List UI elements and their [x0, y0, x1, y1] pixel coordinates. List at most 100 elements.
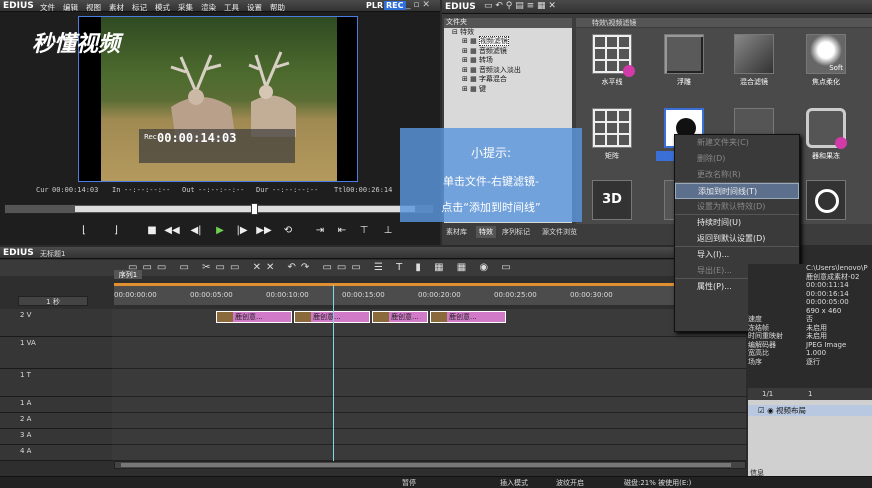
effects-path-bar: 特效\视频滤镜 [576, 18, 872, 27]
trim-icon[interactable]: ⊤ [356, 225, 372, 236]
tree-keyers[interactable]: ⊞ ▦ 键 [444, 85, 572, 95]
timeline-clip[interactable]: 鹿创意... [216, 311, 292, 323]
loop-button[interactable]: ⟲ [280, 225, 296, 236]
insert-to-timeline-icon[interactable]: ⇥ [312, 225, 328, 236]
timeline-clip[interactable]: 鹿创意... [294, 311, 370, 323]
playhead[interactable] [333, 285, 334, 461]
prop-row: 速度否 [748, 315, 813, 323]
menu-mode[interactable]: 模式 [155, 3, 170, 12]
track-row-4a[interactable] [112, 445, 746, 461]
player-window-controls[interactable]: _ ▫ ✕ [406, 0, 430, 10]
tip-line1: 单击文件-右键滤镜- [443, 175, 539, 188]
tree-title-mixers[interactable]: ⊞ ▦ 字幕混合 [444, 75, 572, 85]
track-header-2v[interactable]: 2 V [0, 309, 112, 337]
tree-video-filters[interactable]: ⊞ ▦ 视频滤镜 [444, 36, 572, 47]
bin-titlebar: EDIUS ▭ ↶ ⚲ ▤ ≡ ▦ ✕ [442, 0, 872, 14]
cm-add-to-timeline[interactable]: 添加到时间线(T) [675, 183, 799, 199]
overwrite-to-timeline-icon[interactable]: ⇤ [334, 225, 350, 236]
mark-out-icon[interactable]: ⌋ [108, 225, 124, 236]
status-bar: 暂停 插入模式 波纹开启 磁盘:21% 被使用(E:) [0, 476, 872, 488]
bin-toolbar-icons[interactable]: ▭ ↶ ⚲ ▤ ≡ ▦ ✕ [484, 1, 556, 11]
track-header-4a[interactable]: 4 A [0, 445, 112, 461]
stop-button[interactable]: ■ [144, 225, 160, 236]
timeline-ruler[interactable]: 00:00:00:00 00:00:05:00 00:00:10:00 00:0… [114, 283, 746, 305]
toolbar-icons-left[interactable]: ▭▭▭ ▭ ✂▭▭ ✕✕ ↶↷ ▭▭▭ ☰ T ▮ ▦ ▦ ◉ ▭ [128, 262, 516, 273]
menu-render[interactable]: 渲染 [201, 3, 216, 12]
prop-value: C:\Users\lenovo\P [806, 264, 868, 272]
menu-edit[interactable]: 编辑 [63, 3, 78, 12]
dur-value: --:--:--:-- [272, 186, 319, 194]
track-row-2a[interactable] [112, 413, 746, 429]
cur-value: 00:00:14:03 [52, 186, 99, 194]
menu-capture[interactable]: 采集 [178, 3, 193, 12]
track-header-1a[interactable]: 1 A [0, 397, 112, 413]
track-header-2a[interactable]: 2 A [0, 413, 112, 429]
cur-label: Cur [36, 186, 49, 194]
tab-bin[interactable]: 素材库 [446, 227, 467, 237]
track-header-3a[interactable]: 3 A [0, 429, 112, 445]
effect-blend-filter[interactable]: 混合滤镜 [726, 34, 782, 87]
prop-row: 宽高比 1.000 [748, 349, 827, 357]
play-button[interactable]: ▶ [212, 225, 228, 236]
timeline-hscroll[interactable] [114, 461, 746, 469]
plr-badge[interactable]: PLR [366, 1, 383, 10]
tree-audio-fades[interactable]: ⊞ ▦ 音频淡入淡出 [444, 66, 572, 76]
tree-audio-filters[interactable]: ⊞ ▦ 音频滤镜 [444, 47, 572, 57]
track-row-1a[interactable] [112, 397, 746, 413]
effect-film-reel[interactable] [798, 180, 854, 220]
track-row-1va[interactable] [112, 337, 746, 369]
scrubber-handle[interactable] [251, 203, 258, 215]
rewind-button[interactable]: ◀◀ [164, 225, 180, 236]
tab-effects[interactable]: 特效 [476, 226, 496, 238]
tab-sequence-markers[interactable]: 序列标记 [502, 227, 530, 237]
step-forward-button[interactable]: |▶ [234, 225, 250, 236]
layer-count: 1 [808, 390, 813, 398]
step-back-button[interactable]: ◀| [188, 225, 204, 236]
sequence-tab[interactable]: 序列1 [114, 270, 142, 279]
timeline-scale[interactable]: 1 秒 [18, 296, 88, 306]
cm-duration[interactable]: 持续时间(U) [675, 215, 799, 231]
menu-help[interactable]: 帮助 [270, 3, 285, 12]
rec-badge[interactable]: REC [384, 1, 406, 10]
tab-source-browser[interactable]: 源文件浏览 [542, 227, 577, 237]
status-pause: 暂停 [402, 479, 416, 487]
cm-reset-default[interactable]: 返回到默认设置(D) [675, 231, 799, 247]
menu-settings[interactable]: 设置 [247, 3, 262, 12]
menu-file[interactable]: 文件 [40, 3, 55, 12]
ruler-label: 00:00:15:00 [342, 291, 385, 299]
cm-rename[interactable]: 更改名称(R) [675, 167, 799, 183]
menu-view[interactable]: 视图 [86, 3, 101, 12]
rec-prefix: Rec [144, 133, 157, 141]
effect-matrix[interactable]: 矩阵 [584, 108, 640, 161]
cm-set-default[interactable]: 设置为默认特效(D) [675, 199, 799, 215]
menu-tools[interactable]: 工具 [224, 3, 239, 12]
cm-delete[interactable]: 删除(D) [675, 151, 799, 167]
fast-forward-button[interactable]: ▶▶ [256, 225, 272, 236]
output-icon[interactable]: ⊥ [380, 225, 396, 236]
layer-page: 1/1 [762, 390, 774, 398]
track-header-1va[interactable]: 1 VA [0, 337, 112, 369]
mark-in-icon[interactable]: ⌊ [76, 225, 92, 236]
layer-item[interactable]: ☑ ◉ 视频布局 [748, 405, 872, 416]
track-row-1t[interactable] [112, 369, 746, 397]
menu-marker[interactable]: 标记 [132, 3, 147, 12]
tree-transitions[interactable]: ⊞ ▦ 转场 [444, 56, 572, 66]
cm-import[interactable]: 导入(I)... [675, 247, 799, 263]
ttl-value: 00:00:26:14 [346, 186, 393, 194]
player-scrubber[interactable] [4, 203, 434, 215]
player-titlebar: EDIUS 文件 编辑 视图 素材 标记 模式 采集 渲染 工具 设置 帮助 PLR REC _ ▫… [0, 0, 440, 12]
effect-3d[interactable]: 3D [584, 180, 640, 220]
timeline-clip[interactable]: 鹿创意... [430, 311, 506, 323]
track-row-2v[interactable]: 鹿创意... 鹿创意... 鹿创意... 鹿创意... [112, 309, 746, 337]
track-header-1t[interactable]: 1 T [0, 369, 112, 397]
ttl-label: Ttl [334, 186, 347, 194]
effect-emboss[interactable]: 浮雕 [656, 34, 712, 87]
menu-clip[interactable]: 素材 [109, 3, 124, 12]
track-row-3a[interactable] [112, 429, 746, 445]
effect-focus-soften[interactable]: Soft 焦点柔化 [798, 34, 854, 87]
effect-jelly[interactable]: 器和果冻 [798, 108, 854, 161]
effect-horizontal-lines[interactable]: 水平线 [584, 34, 640, 87]
cm-new-folder[interactable]: 新建文件夹(C) [675, 135, 799, 151]
bin-tabs: 素材库 特效 序列标记 源文件浏览 [444, 226, 872, 238]
timeline-clip[interactable]: 鹿创意... [372, 311, 428, 323]
